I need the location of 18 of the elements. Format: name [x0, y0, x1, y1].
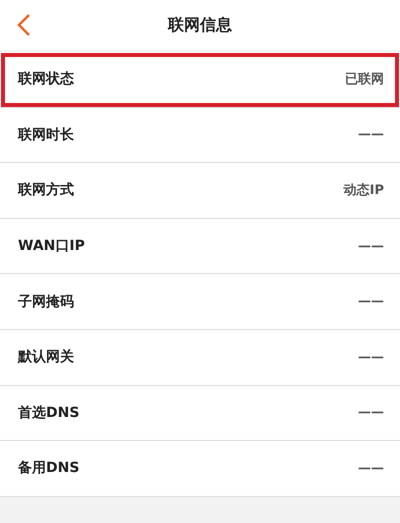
row-value: —— [358, 294, 384, 310]
row-value: 动态IP [344, 182, 384, 200]
back-icon [17, 13, 31, 37]
row-label: 联网方式 [18, 181, 74, 200]
row-label: WAN口IP [18, 237, 85, 256]
row-label: 子网掩码 [18, 292, 74, 311]
row-value: —— [358, 238, 384, 254]
row-label: 联网状态 [18, 70, 74, 88]
row-value: 已联网 [345, 71, 384, 88]
row-value: —— [358, 405, 384, 420]
row-value: —— [358, 127, 384, 142]
row-label: 联网时长 [18, 126, 74, 144]
row-label: 默认网关 [18, 348, 74, 366]
row-value: —— [358, 350, 384, 365]
page-title: 联网信息 [168, 14, 232, 36]
row-label: 首选DNS [18, 404, 80, 422]
row-value: —— [358, 460, 384, 476]
row-label: 备用DNS [18, 459, 80, 478]
